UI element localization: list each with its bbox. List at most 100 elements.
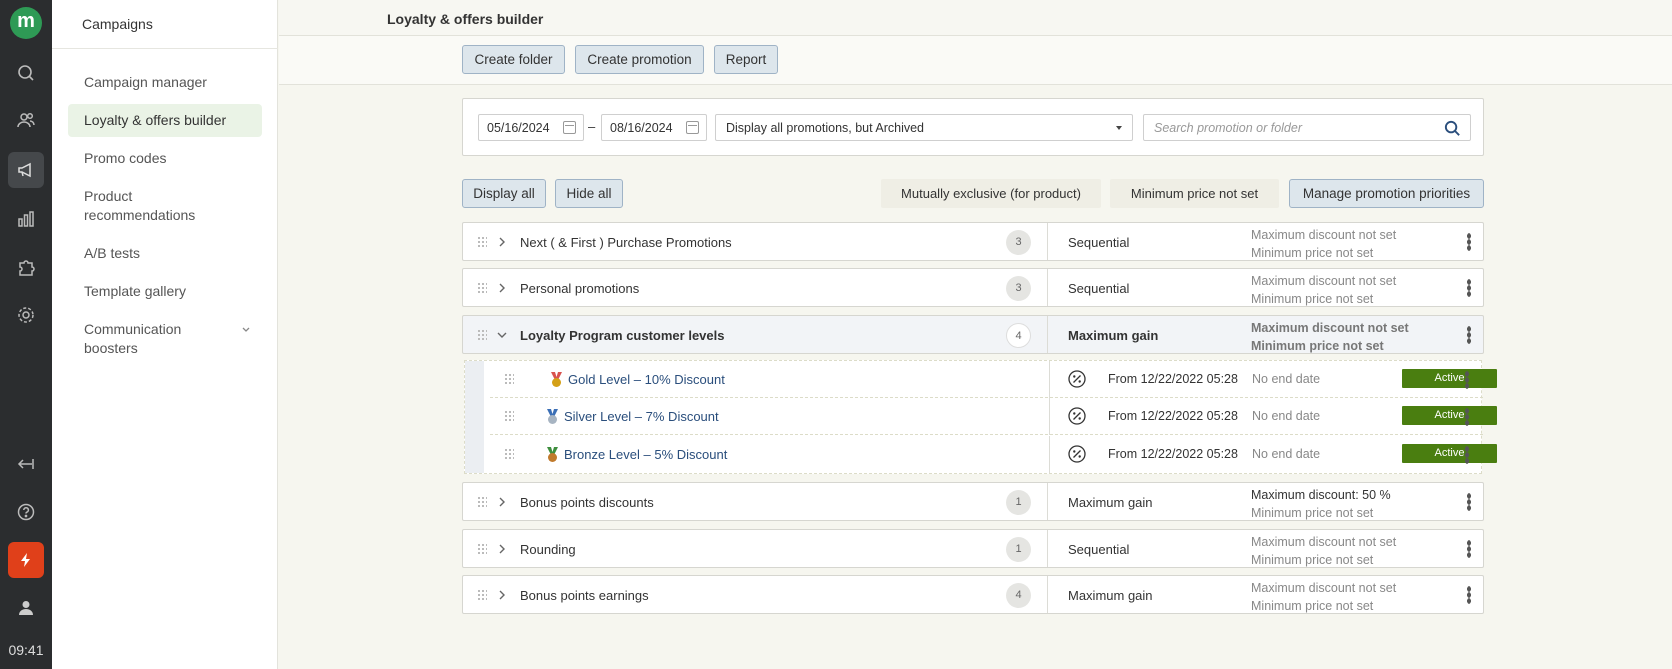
promotion-name-link[interactable]: Bronze Level – 5% Discount [564,447,727,462]
sidebar-title: Campaigns [82,16,153,32]
settings-gear-icon[interactable] [8,297,44,333]
date-from-field[interactable]: 05/16/2024 [478,114,584,141]
hide-all-button[interactable]: Hide all [555,179,623,208]
more-options-icon[interactable] [1467,586,1471,604]
action-bar: Create folder Create promotion Report [279,36,1672,85]
status-badge: Active [1402,444,1497,463]
sidebar-item-ab-tests[interactable]: A/B tests [68,244,262,263]
gold-medal-icon [551,372,562,387]
sidebar-item-product-recommendations[interactable]: Product recommendations [68,187,218,225]
sidebar-item-promo-codes[interactable]: Promo codes [68,149,262,168]
drag-handle-icon[interactable] [477,236,487,249]
group-name: Bonus points earnings [520,588,649,603]
page-title: Loyalty & offers builder [387,11,544,27]
divider [1047,223,1048,260]
date-to-field[interactable]: 08/16/2024 [601,114,707,141]
more-options-icon[interactable] [1467,233,1471,251]
sidebar-item-template-gallery[interactable]: Template gallery [68,282,262,301]
max-discount-text: Maximum discount not set [1251,321,1409,335]
chevron-right-icon[interactable] [495,542,509,556]
promotion-group-row[interactable]: Rounding 1 Sequential Maximum discount n… [462,529,1484,568]
group-limits: Maximum discount: 50 % Minimum price not… [1251,486,1391,522]
more-options-icon[interactable] [1465,446,1469,464]
app-logo[interactable]: m [10,7,42,39]
promotion-group-row-expanded[interactable]: Loyalty Program customer levels 4 Maximu… [462,315,1484,354]
promotion-group-row[interactable]: Next ( & First ) Purchase Promotions 3 S… [462,222,1484,261]
drag-handle-icon[interactable] [504,373,514,386]
manage-priorities-button[interactable]: Manage promotion priorities [1289,179,1484,208]
search-placeholder: Search promotion or folder [1154,121,1302,135]
group-limits: Maximum discount not set Minimum price n… [1251,272,1396,308]
collapse-arrow-icon[interactable] [8,446,44,482]
campaigns-sidebar: Campaigns Campaign manager Loyalty & off… [52,0,278,669]
sidebar-item-label: Campaign manager [84,74,207,90]
sidebar-item-loyalty-builder[interactable]: Loyalty & offers builder [68,104,262,137]
calendar-icon[interactable] [563,121,576,134]
help-icon[interactable] [8,494,44,530]
divider [1049,436,1050,473]
more-options-icon[interactable] [1465,408,1469,426]
drag-handle-icon[interactable] [504,410,514,423]
promotion-row[interactable]: Bronze Level – 5% Discount Active From 1… [490,436,1497,473]
max-discount-text: Maximum discount: 50 % [1251,488,1391,502]
promotion-name-link[interactable]: Silver Level – 7% Discount [564,409,719,424]
more-options-icon[interactable] [1465,371,1469,389]
bronze-medal-icon [547,447,558,462]
calendar-icon[interactable] [686,121,699,134]
create-folder-button[interactable]: Create folder [462,45,565,74]
more-options-icon[interactable] [1467,540,1471,558]
group-limits: Maximum discount not set Minimum price n… [1251,319,1409,355]
promotion-group-row[interactable]: Bonus points discounts 1 Maximum gain Ma… [462,482,1484,521]
report-button[interactable]: Report [714,45,778,74]
drag-handle-icon[interactable] [477,329,487,342]
drag-handle-icon[interactable] [477,496,487,509]
analytics-icon[interactable] [8,201,44,237]
promotion-row[interactable]: Gold Level – 10% Discount Active From 12… [490,361,1497,398]
min-price-text: Minimum price not set [1251,599,1374,613]
silver-medal-icon [547,409,558,424]
display-filter-select[interactable]: Display all promotions, but Archived [715,114,1133,141]
sidebar-item-campaign-manager[interactable]: Campaign manager [68,73,262,92]
more-options-icon[interactable] [1467,326,1471,344]
max-discount-text: Maximum discount not set [1251,228,1397,242]
sidebar-item-label: Template gallery [84,283,186,299]
group-mode: Maximum gain [1068,328,1159,343]
drag-handle-icon[interactable] [477,543,487,556]
more-options-icon[interactable] [1467,279,1471,297]
clock-time: 09:41 [8,642,44,658]
sidebar-item-communication-boosters[interactable]: Communication boosters [68,320,262,358]
group-limits: Maximum discount not set Minimum price n… [1251,533,1396,569]
drag-handle-icon[interactable] [477,589,487,602]
start-date-text: From 12/22/2022 05:28 [1108,447,1238,461]
search-icon[interactable] [1443,119,1462,138]
megaphone-icon[interactable] [8,152,44,188]
end-date-text: No end date [1252,447,1321,461]
date-range-separator: – [588,119,596,134]
divider [52,48,278,49]
promotion-name-link[interactable]: Gold Level – 10% Discount [568,372,725,387]
promotion-group-row[interactable]: Personal promotions 3 Sequential Maximum… [462,268,1484,307]
search-icon[interactable] [8,55,44,91]
chevron-right-icon[interactable] [495,588,509,602]
chevron-right-icon[interactable] [495,495,509,509]
drag-handle-icon[interactable] [504,448,514,461]
count-badge: 3 [1006,276,1031,301]
integrations-puzzle-icon[interactable] [8,249,44,285]
chevron-right-icon[interactable] [495,235,509,249]
chevron-down-icon[interactable] [495,328,509,342]
drag-handle-icon[interactable] [477,282,487,295]
lightning-bolt-icon[interactable] [8,542,44,578]
more-options-icon[interactable] [1467,493,1471,511]
create-promotion-button[interactable]: Create promotion [575,45,704,74]
search-input[interactable]: Search promotion or folder [1143,114,1471,141]
promotion-group-row[interactable]: Bonus points earnings 4 Maximum gain Max… [462,575,1484,614]
chevron-right-icon[interactable] [495,281,509,295]
customers-icon[interactable] [8,102,44,138]
group-mode: Sequential [1068,281,1130,296]
display-all-button[interactable]: Display all [462,179,546,208]
end-date-text: No end date [1252,372,1321,386]
promotion-row[interactable]: Silver Level – 7% Discount Active From 1… [490,398,1497,435]
user-profile-icon[interactable] [8,590,44,626]
group-name: Personal promotions [520,281,640,296]
divider [1047,576,1048,613]
